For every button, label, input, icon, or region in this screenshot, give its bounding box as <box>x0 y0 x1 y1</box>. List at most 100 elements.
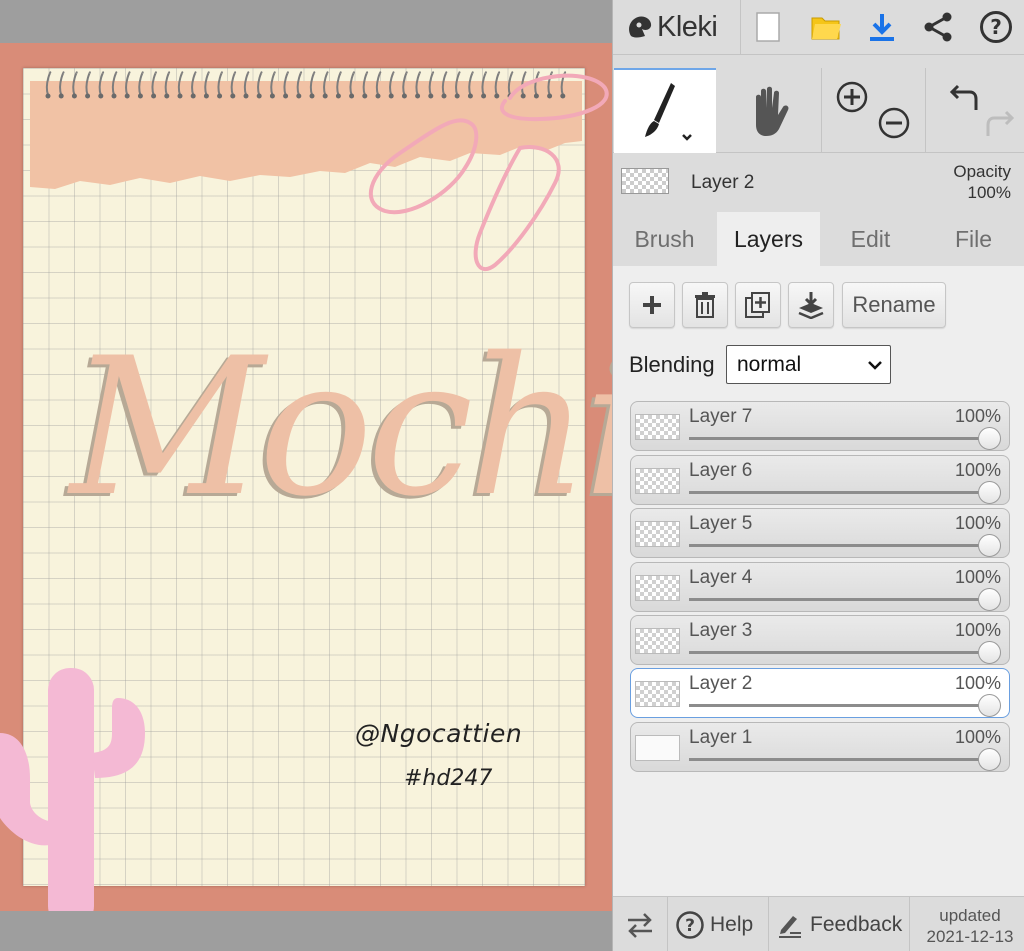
layer-opacity: 100% <box>954 406 1001 426</box>
open-folder-icon <box>811 17 841 40</box>
layer-opacity-slider[interactable] <box>689 758 989 761</box>
spiral-hole <box>533 93 539 99</box>
new-image-button[interactable] <box>749 8 787 46</box>
layer-opacity-slider-handle[interactable] <box>978 534 1001 557</box>
layer-opacity: 100% <box>954 567 1001 587</box>
merge-layer-button[interactable] <box>788 282 834 328</box>
layer-name: Layer 1 <box>689 727 753 748</box>
spiral-hole <box>296 93 302 99</box>
spiral-hole <box>124 93 130 99</box>
tool-row <box>613 68 1024 153</box>
help-icon: ? <box>676 910 704 939</box>
brush-icon <box>645 82 692 141</box>
drawing-canvas[interactable]: Mochi @Ngocattien #hd247 <box>0 0 612 951</box>
brush-tool-button[interactable] <box>614 68 716 153</box>
layer-thumbnail <box>635 414 680 440</box>
feedback-link[interactable]: Feedback <box>777 897 902 951</box>
layer-opacity-slider-handle[interactable] <box>978 481 1001 504</box>
current-layer-thumbnail <box>621 168 669 194</box>
layer-opacity-slider[interactable] <box>689 491 989 494</box>
layer-opacity-slider-handle[interactable] <box>978 427 1001 450</box>
layer-row-6[interactable]: Layer 6 100% <box>630 455 1010 505</box>
layer-opacity-slider[interactable] <box>689 651 989 654</box>
sidebar: Kleki ? Layer 2 Opacity 100% Brush Layer… <box>612 0 1024 951</box>
changelog-link[interactable]: updated 2021-12-13 <box>915 905 1024 947</box>
tab-bar: Brush Layers Edit File <box>613 212 1024 266</box>
footer-divider <box>768 897 769 951</box>
share-icon <box>924 12 952 42</box>
share-button[interactable] <box>919 8 957 46</box>
layer-row-3[interactable]: Layer 3 100% <box>630 615 1010 665</box>
swap-arrows-icon <box>628 912 652 938</box>
tab-edit[interactable]: Edit <box>819 212 922 266</box>
toggle-ui-side-button[interactable] <box>625 897 655 951</box>
layer-name: Layer 6 <box>689 460 753 481</box>
duplicate-layer-button[interactable] <box>735 282 781 328</box>
layer-row-1[interactable]: Layer 1 100% <box>630 722 1010 772</box>
hand-tool-button[interactable] <box>717 68 820 153</box>
new-image-icon <box>756 12 780 42</box>
spiral-hole <box>203 93 209 99</box>
toolbar-divider <box>740 0 741 55</box>
kleki-logo-icon <box>629 16 652 38</box>
layer-opacity-slider[interactable] <box>689 704 989 707</box>
plus-icon <box>643 296 661 314</box>
layer-name: Layer 2 <box>689 673 753 694</box>
spiral-hole <box>111 93 117 99</box>
mochi-lettering: Mochi <box>70 317 612 538</box>
layer-opacity: 100% <box>954 513 1001 533</box>
blending-mode-value: normal <box>737 352 802 376</box>
blending-label: Blending <box>629 352 715 377</box>
rename-layer-button[interactable]: Rename <box>842 282 946 328</box>
trash-icon <box>695 292 715 318</box>
save-image-button[interactable] <box>863 8 901 46</box>
spiral-hole <box>85 93 91 99</box>
layer-opacity-slider[interactable] <box>689 437 989 440</box>
layer-row-5[interactable]: Layer 5 100% <box>630 508 1010 558</box>
spiral-hole <box>151 93 157 99</box>
help-icon: ? <box>980 11 1012 43</box>
download-icon <box>870 14 894 41</box>
artwork[interactable]: Mochi @Ngocattien #hd247 <box>0 43 612 911</box>
layer-opacity-slider-handle[interactable] <box>978 748 1001 771</box>
undo-redo-controls <box>925 68 1024 153</box>
layer-opacity-slider-handle[interactable] <box>978 641 1001 664</box>
layer-row-4[interactable]: Layer 4 100% <box>630 562 1010 612</box>
blending-mode-select[interactable]: normal <box>726 345 891 384</box>
footer-divider <box>909 897 910 951</box>
updated-label: updated <box>939 906 1001 925</box>
zoom-in-icon[interactable] <box>835 80 869 114</box>
help-button[interactable]: ? <box>977 8 1015 46</box>
add-layer-button[interactable] <box>629 282 675 328</box>
layer-row-7[interactable]: Layer 7 100% <box>630 401 1010 451</box>
layer-opacity-slider-handle[interactable] <box>978 694 1001 717</box>
chevron-down-icon <box>868 361 882 370</box>
tab-brush[interactable]: Brush <box>613 212 716 266</box>
spiral-hole <box>375 93 381 99</box>
kleki-logo[interactable]: Kleki <box>625 8 718 46</box>
undo-icon[interactable] <box>948 80 982 114</box>
spiral-hole <box>401 93 407 99</box>
tab-layers[interactable]: Layers <box>717 212 820 266</box>
layer-opacity-slider-handle[interactable] <box>978 588 1001 611</box>
tab-file[interactable]: File <box>922 212 1024 266</box>
redo-icon[interactable] <box>982 106 1016 140</box>
help-link[interactable]: ? Help <box>675 897 753 951</box>
updated-date: 2021-12-13 <box>926 927 1014 946</box>
layer-opacity-slider[interactable] <box>689 544 989 547</box>
delete-layer-button[interactable] <box>682 282 728 328</box>
spiral-hole <box>45 93 51 99</box>
layer-opacity: 100% <box>954 727 1001 747</box>
svg-text:?: ? <box>685 916 695 936</box>
layer-name: Layer 3 <box>689 620 753 641</box>
zoom-controls <box>821 68 924 153</box>
spiral-hole <box>349 93 355 99</box>
open-image-button[interactable] <box>807 8 845 46</box>
zoom-out-icon[interactable] <box>877 106 911 140</box>
layer-opacity-slider[interactable] <box>689 598 989 601</box>
current-layer-name: Layer 2 <box>691 172 755 193</box>
duplicate-icon <box>745 292 770 318</box>
layer-name: Layer 5 <box>689 513 753 534</box>
hashtag-text: #hd247 <box>404 766 493 791</box>
layer-row-2[interactable]: Layer 2 100% <box>630 668 1010 718</box>
